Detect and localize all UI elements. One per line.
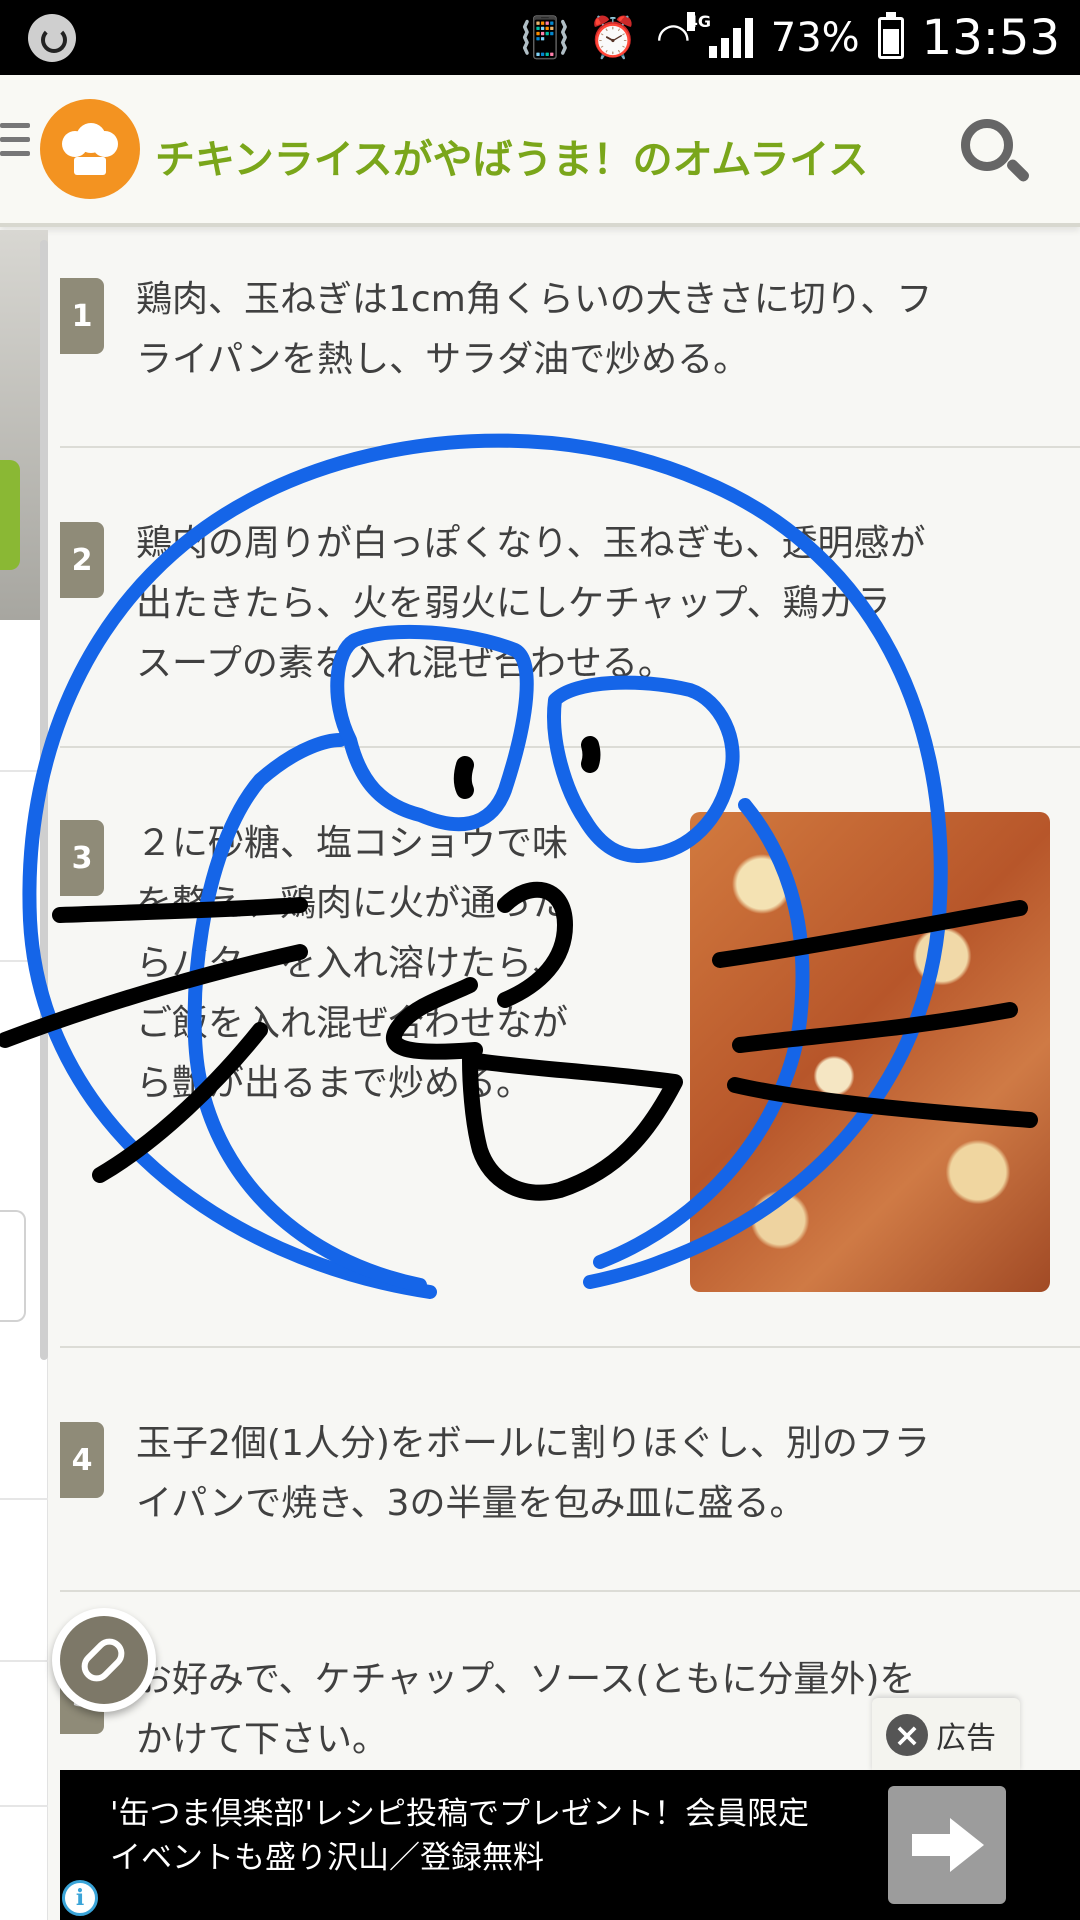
step-number: 4 (60, 1422, 104, 1498)
divider (0, 1660, 48, 1662)
ad-close-chip[interactable]: × 広告 (872, 1698, 1020, 1772)
alarm-icon: ⏰ (588, 15, 638, 61)
step-number: 3 (60, 820, 104, 896)
arrow-right-icon[interactable] (888, 1786, 1006, 1904)
divider (0, 1498, 48, 1500)
status-bar: 📳 ⏰ ◠ 4G 73% 13:53 (0, 0, 1080, 75)
info-icon[interactable]: i (62, 1880, 98, 1916)
status-icons: 📳 ⏰ ◠ 4G 73% 13:53 (520, 8, 1060, 68)
battery-icon (877, 12, 904, 59)
step-item: 1 鶏肉、玉ねぎは1cm角くらいの大きさに切り、フ ライパンを熱し、サラダ油で炒め… (60, 230, 1080, 448)
clock: 13:53 (921, 10, 1060, 66)
step-item: 2 鶏肉の周りが白っぽくなり、玉ねぎも、透明感が 出たきたら、火を弱火にしケチャッ… (60, 448, 1080, 748)
network-type: 4G (686, 12, 712, 31)
step-text: 鶏肉、玉ねぎは1cm角くらいの大きさに切り、フ ライパンを熱し、サラダ油で炒める。 (136, 279, 933, 380)
battery-percent: 73% (770, 15, 860, 61)
step-number: 1 (60, 278, 104, 354)
close-icon[interactable]: × (886, 1714, 928, 1756)
step-text: お好みで、ケチャップ、ソース(ともに分量外)を かけて下さい。 (136, 1659, 916, 1760)
signal-icon: 4G (686, 12, 753, 58)
drawer-green-tab[interactable] (0, 460, 20, 570)
step-item: 4 玉子2個(1人分)をボールに割りほぐし、別のフラ イパンで焼き、3の半量を包み… (60, 1348, 1080, 1592)
step-text: 玉子2個(1人分)をボールに割りほぐし、別のフラ イパンで焼き、3の半量を包み皿に… (136, 1423, 930, 1524)
divider (0, 1805, 48, 1807)
app-header: チキンライスがやばうま！のオムライス (0, 75, 1080, 227)
app-sync-icon (28, 14, 76, 62)
step-number: 2 (60, 522, 104, 598)
side-drawer-edge[interactable] (0, 230, 48, 1920)
drawer-scrollbar[interactable] (40, 240, 48, 1360)
paperclip-icon (75, 1632, 131, 1688)
page-title: チキンライスがやばうま！のオムライス (155, 137, 869, 183)
vibrate-icon: 📳 (520, 15, 571, 61)
ad-banner[interactable]: '缶つま倶楽部'レシピ投稿でプレゼント！会員限定 イベントも盛り沢山／登録無料 (60, 1770, 1080, 1920)
attach-button[interactable] (52, 1608, 156, 1712)
ad-text: '缶つま倶楽部'レシピ投稿でプレゼント！会員限定 イベントも盛り沢山／登録無料 (110, 1796, 810, 1876)
step-text: ２に砂糖、塩コショウで味 を整え、鶏肉に火が通った らバターを入れ溶けたら、 ご飯を入… (136, 823, 569, 1104)
step-3-photo[interactable] (690, 812, 1050, 1292)
hamburger-icon[interactable] (0, 123, 30, 165)
drawer-button[interactable] (0, 1210, 26, 1322)
chef-hat-icon[interactable] (40, 99, 140, 199)
wifi-icon: ◠ (655, 15, 691, 61)
search-icon[interactable] (955, 113, 1035, 193)
step-text: 鶏肉の周りが白っぽくなり、玉ねぎも、透明感が 出たきたら、火を弱火にしケチャップ、… (136, 523, 926, 684)
ad-label: 広告 (936, 1721, 996, 1756)
